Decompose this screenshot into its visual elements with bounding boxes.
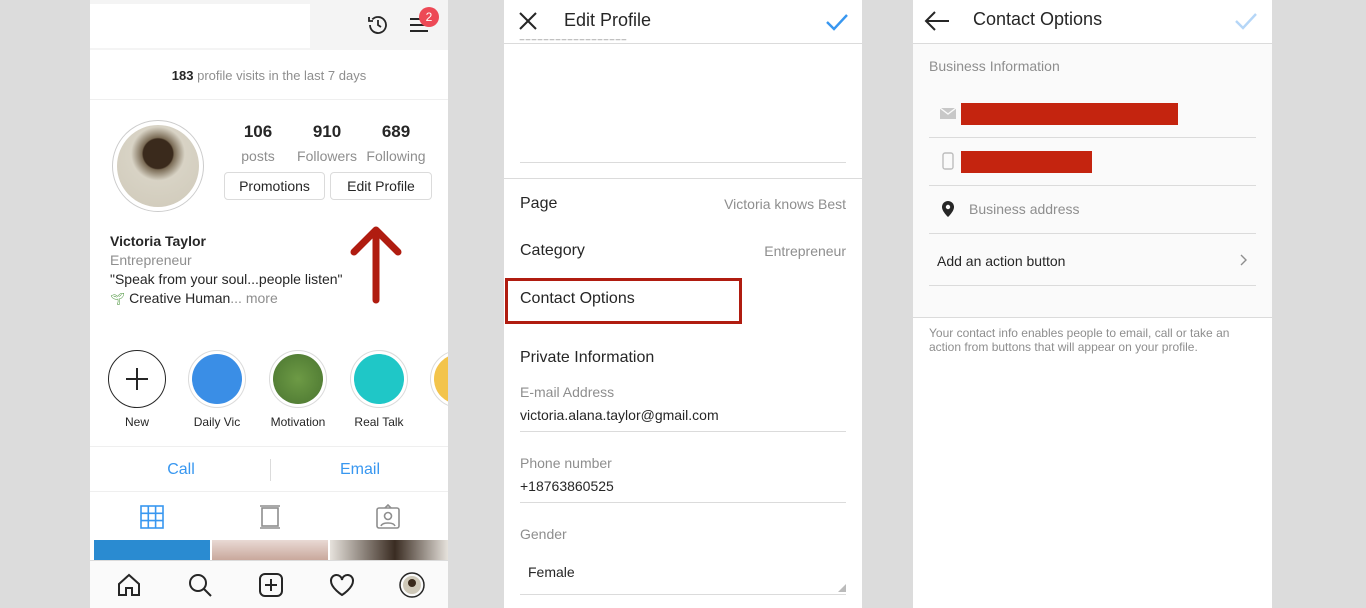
- promotions-button[interactable]: Promotions: [224, 172, 325, 200]
- highlight-cover: [354, 354, 404, 404]
- avatar[interactable]: [112, 120, 204, 212]
- email-button[interactable]: Email: [271, 447, 448, 493]
- stat-following[interactable]: 689 Following: [356, 122, 436, 164]
- highlight-cover: [434, 354, 448, 404]
- contact-options-screen: Contact Options Business Information Bus…: [913, 0, 1272, 608]
- heart-icon[interactable]: [329, 572, 355, 598]
- profile-screen: 2 183 profile visits in the last 7 days …: [90, 0, 448, 608]
- highlight-daily-vic[interactable]: Daily Vic: [187, 350, 247, 429]
- bio-text-cutoff: ‾‾‾‾‾‾‾‾‾‾‾‾‾‾‾‾‾‾: [520, 38, 628, 52]
- profile-visits-banner[interactable]: 183 profile visits in the last 7 days: [90, 54, 448, 100]
- add-action-button-row[interactable]: Add an action button: [929, 238, 1256, 286]
- bottom-nav: [90, 560, 448, 608]
- highlight-label: Daily Vic: [193, 415, 241, 429]
- plus-icon: [126, 368, 148, 390]
- post-thumbnails[interactable]: [90, 540, 448, 560]
- arrow-up-icon: [350, 226, 402, 304]
- contact-row: Call Email: [90, 446, 448, 492]
- call-button[interactable]: Call: [92, 447, 270, 493]
- page-value: Victoria knows Best: [724, 196, 846, 212]
- highlight-partial[interactable]: [429, 350, 448, 408]
- gender-field[interactable]: Female: [520, 564, 846, 595]
- notification-badge: 2: [419, 7, 439, 27]
- section-label: Business Information: [929, 58, 1060, 74]
- stat-followers[interactable]: 910 Followers: [287, 122, 367, 164]
- profile-top-bar: 2: [90, 0, 448, 50]
- posts-count: 106: [243, 122, 273, 141]
- search-icon[interactable]: [187, 572, 213, 598]
- email-label: E-mail Address: [520, 384, 615, 400]
- category-row[interactable]: Category Entrepreneur: [520, 242, 846, 260]
- add-action-button-label: Add an action button: [937, 253, 1066, 269]
- highlight-real-talk[interactable]: Real Talk: [349, 350, 409, 429]
- contact-options-header: Contact Options: [913, 0, 1272, 44]
- tagged-icon[interactable]: [375, 504, 401, 530]
- username-area: [90, 4, 310, 48]
- followers-label: Followers: [297, 148, 357, 164]
- contact-form: Business Information Business address Ad…: [913, 44, 1272, 318]
- dropdown-corner-icon[interactable]: [838, 584, 846, 592]
- history-icon[interactable]: [366, 13, 390, 37]
- list-view-icon[interactable]: [257, 504, 283, 530]
- email-field[interactable]: victoria.alana.taylor@gmail.com: [520, 407, 846, 432]
- visits-text: profile visits in the last 7 days: [193, 68, 367, 83]
- profile-name: Victoria Taylor: [110, 233, 206, 249]
- profile-tabs: [90, 494, 448, 540]
- checkmark-icon[interactable]: [824, 9, 850, 35]
- home-icon[interactable]: [116, 572, 142, 598]
- location-pin-icon: [942, 201, 954, 217]
- visits-count: 183: [171, 68, 194, 83]
- business-address-placeholder: Business address: [969, 201, 1080, 217]
- chevron-right-icon: [1240, 254, 1247, 266]
- page-title: Edit Profile: [564, 10, 652, 30]
- following-label: Following: [366, 148, 426, 164]
- highlight-motivation[interactable]: Motivation: [268, 350, 328, 429]
- page-title: Contact Options: [973, 9, 1103, 29]
- phone-label: Phone number: [520, 455, 612, 471]
- add-post-icon[interactable]: [258, 572, 284, 598]
- seedling-icon: 🌱︎: [110, 292, 126, 306]
- phone-icon: [942, 152, 954, 170]
- following-count: 689: [381, 122, 411, 141]
- business-phone-row[interactable]: [929, 138, 1256, 186]
- bio-field[interactable]: ‾‾‾‾‾‾‾‾‾‾‾‾‾‾‾‾‾‾: [520, 38, 846, 163]
- edit-profile-screen: Edit Profile ‾‾‾‾‾‾‾‾‾‾‾‾‾‾‾‾‾‾ Page Vic…: [504, 0, 862, 608]
- profile-avatar-icon[interactable]: [399, 572, 425, 598]
- profile-bio-line: 🌱︎ Creative Human... more: [110, 289, 343, 309]
- edit-profile-button[interactable]: Edit Profile: [330, 172, 432, 200]
- page-row[interactable]: Page Victoria knows Best: [520, 195, 846, 213]
- profile-quote: "Speak from your soul...people listen": [110, 271, 343, 287]
- highlight-cover: [192, 354, 242, 404]
- highlight-label: New: [124, 415, 149, 429]
- highlight-cover: [273, 354, 323, 404]
- more-link[interactable]: ... more: [230, 290, 277, 306]
- checkmark-icon[interactable]: [1233, 8, 1259, 34]
- category-value: Entrepreneur: [764, 243, 846, 259]
- back-arrow-icon[interactable]: [923, 8, 951, 34]
- phone-field[interactable]: +18763860525: [520, 478, 846, 503]
- page-label: Page: [520, 195, 558, 212]
- private-information-heading: Private Information: [520, 349, 655, 366]
- highlight-label: Motivation: [270, 415, 326, 429]
- close-icon[interactable]: [516, 9, 540, 33]
- redacted-phone: [961, 151, 1092, 173]
- contact-options-highlight: [505, 278, 742, 324]
- business-address-row[interactable]: Business address: [929, 186, 1256, 234]
- envelope-icon: [939, 107, 957, 119]
- divider: [504, 178, 862, 179]
- bio-line-text: Creative Human: [129, 290, 231, 306]
- highlight-new[interactable]: New: [107, 350, 167, 429]
- highlight-label: Real Talk: [354, 415, 404, 429]
- profile-category: Entrepreneur: [110, 252, 192, 268]
- posts-label: posts: [241, 148, 275, 164]
- profile-bio: Victoria Taylor Entrepreneur "Speak from…: [110, 232, 343, 309]
- redacted-email: [961, 103, 1178, 125]
- stat-posts[interactable]: 106 posts: [218, 122, 298, 164]
- contact-info-note: Your contact info enables people to emai…: [929, 326, 1230, 354]
- category-label: Category: [520, 242, 585, 259]
- gender-label: Gender: [520, 526, 567, 542]
- business-email-row[interactable]: [929, 90, 1256, 138]
- followers-count: 910: [312, 122, 342, 141]
- grid-icon[interactable]: [139, 504, 165, 530]
